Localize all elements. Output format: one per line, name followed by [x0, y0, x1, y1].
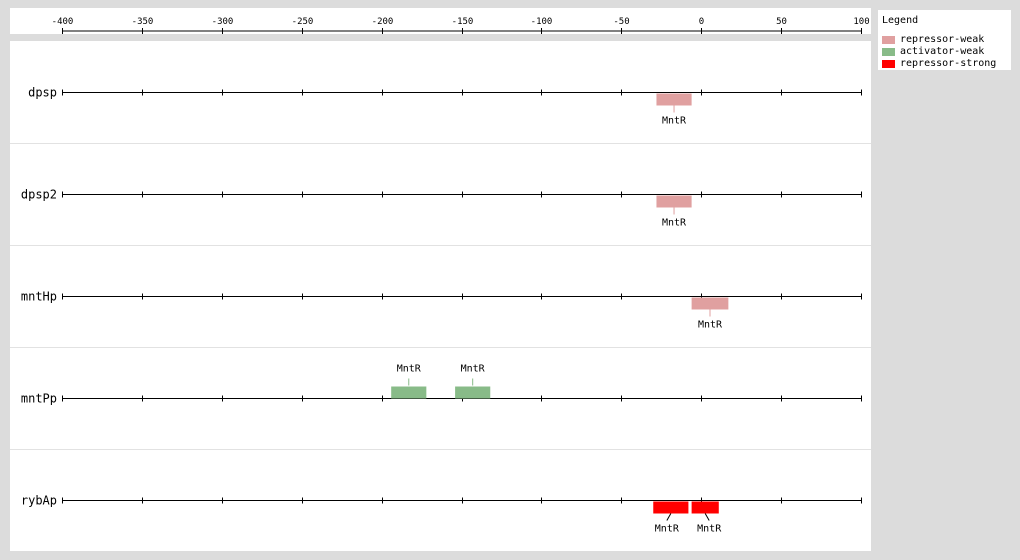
- track-label: mntPp: [21, 392, 57, 406]
- track-label: dpsp2: [21, 188, 57, 202]
- track-label: dpsp: [28, 86, 57, 100]
- site-label: MntR: [655, 524, 680, 535]
- axis-tick-label: -100: [531, 17, 553, 27]
- site-leader: [666, 513, 672, 521]
- binding-site-box: [656, 195, 692, 208]
- site-label: MntR: [461, 364, 486, 375]
- binding-site-box: [653, 501, 689, 514]
- site-leader: [704, 513, 710, 521]
- site-label: MntR: [697, 524, 722, 535]
- axis-tick-label: -150: [452, 17, 474, 27]
- binding-site-box: [391, 386, 427, 399]
- site-label: MntR: [662, 218, 687, 229]
- site-label: MntR: [698, 320, 723, 331]
- axis-tick-label: -50: [613, 17, 629, 27]
- site-label: MntR: [662, 116, 687, 127]
- axis-tick-label: -400: [52, 17, 74, 27]
- binding-site-box: [691, 297, 729, 310]
- binding-site-box: [656, 93, 692, 106]
- axis-tick-label: -350: [132, 17, 154, 27]
- axis-tick-label: 0: [699, 17, 704, 27]
- track-label: mntHp: [21, 290, 57, 304]
- site-label: MntR: [397, 364, 422, 375]
- track-label: rybAp: [21, 494, 57, 508]
- site-diagram: -400 -350 -300 -250 -200 -150 -100 -50 0 50 100 dps…: [10, 17, 871, 535]
- binding-site-box: [691, 501, 719, 514]
- axis-tick-label: -250: [292, 17, 314, 27]
- axis-tick-label: 100: [853, 17, 869, 27]
- axis-tick-label: 50: [776, 17, 787, 27]
- binding-site-box: [455, 386, 491, 399]
- axis-tick-label: -300: [212, 17, 234, 27]
- axis-tick-label: -200: [372, 17, 394, 27]
